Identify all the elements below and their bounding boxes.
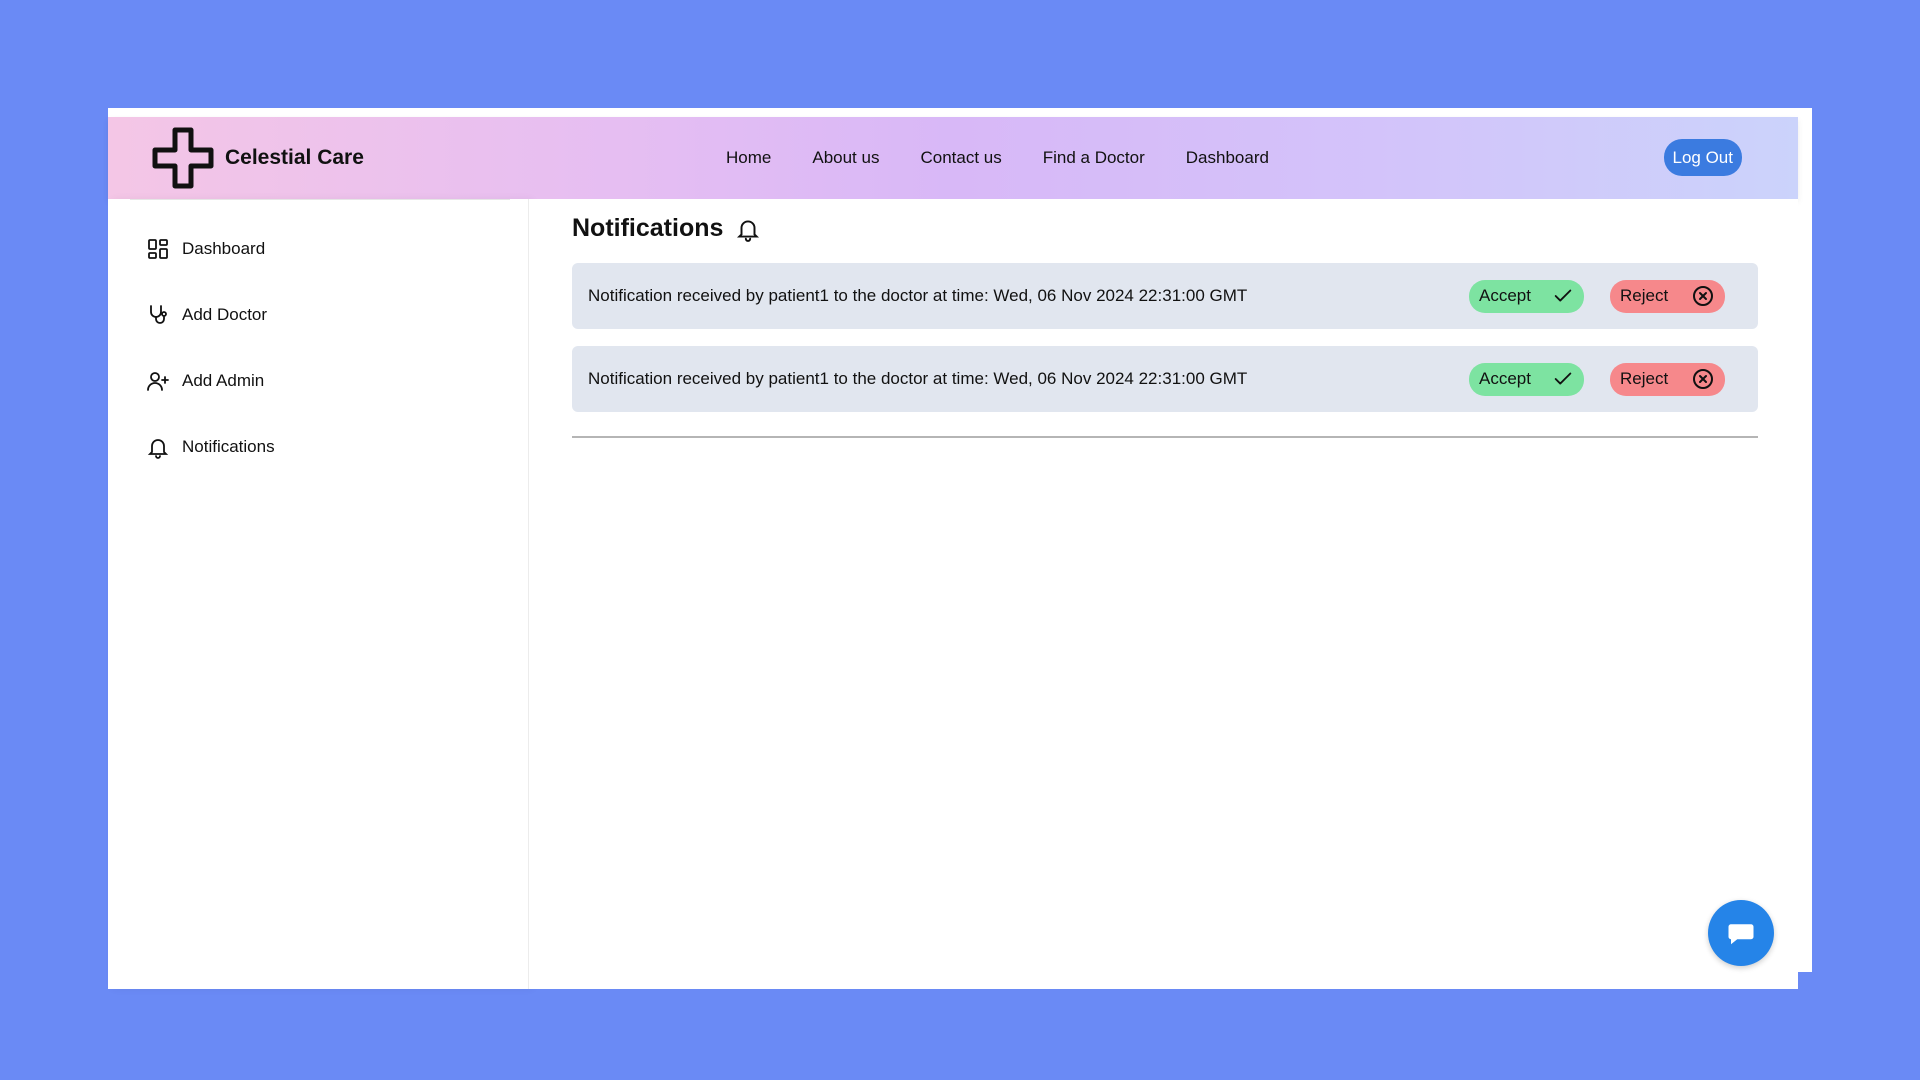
sidebar-item-dashboard[interactable]: Dashboard bbox=[146, 216, 275, 282]
notification-item: Notification received by patient1 to the… bbox=[572, 346, 1758, 412]
medical-cross-icon bbox=[152, 127, 214, 189]
nav-home[interactable]: Home bbox=[726, 148, 771, 168]
page-title: Notifications bbox=[572, 214, 724, 242]
nav-about[interactable]: About us bbox=[812, 148, 879, 168]
sidebar-list: Dashboard Add Doctor Add Admin Notificat… bbox=[146, 216, 275, 480]
accept-button[interactable]: Accept bbox=[1469, 362, 1584, 396]
nav-dashboard[interactable]: Dashboard bbox=[1186, 148, 1269, 168]
chat-button[interactable] bbox=[1708, 900, 1774, 966]
sidebar-item-label: Notifications bbox=[182, 437, 275, 456]
reject-button[interactable]: Reject bbox=[1610, 362, 1725, 396]
content-divider bbox=[572, 436, 1758, 438]
sidebar-item-label: Dashboard bbox=[182, 239, 266, 258]
sidebar-item-label: Add Admin bbox=[182, 371, 265, 390]
accept-label: Accept bbox=[1479, 369, 1531, 388]
sidebar-item-notifications[interactable]: Notifications bbox=[146, 414, 275, 480]
sidebar: Dashboard Add Doctor Add Admin Notificat… bbox=[108, 199, 529, 989]
bell-icon bbox=[147, 439, 169, 459]
sidebar-divider bbox=[130, 199, 510, 200]
check-icon bbox=[1554, 372, 1572, 385]
reject-label: Reject bbox=[1620, 286, 1669, 305]
notification-text: Notification received by patient1 to the… bbox=[588, 286, 1248, 305]
bell-icon bbox=[737, 219, 760, 242]
user-plus-icon bbox=[147, 372, 169, 391]
check-icon bbox=[1554, 289, 1572, 302]
sidebar-item-add-admin[interactable]: Add Admin bbox=[146, 348, 275, 414]
notification-text: Notification received by patient1 to the… bbox=[588, 369, 1248, 388]
nav-contact[interactable]: Contact us bbox=[920, 148, 1001, 168]
accept-button[interactable]: Accept bbox=[1469, 279, 1584, 313]
brand-name: Celestial Care bbox=[225, 146, 364, 169]
top-navbar: Celestial Care Home About us Contact us … bbox=[108, 117, 1798, 199]
nav-links: Home About us Contact us Find a Doctor D… bbox=[726, 117, 1269, 199]
dashboard-grid-icon bbox=[148, 239, 168, 259]
sidebar-item-label: Add Doctor bbox=[182, 305, 268, 324]
stethoscope-icon bbox=[150, 305, 167, 324]
reject-label: Reject bbox=[1620, 369, 1669, 388]
chat-bubble-icon bbox=[1728, 924, 1754, 945]
notification-item: Notification received by patient1 to the… bbox=[572, 263, 1758, 329]
accept-label: Accept bbox=[1479, 286, 1531, 305]
sidebar-item-add-doctor[interactable]: Add Doctor bbox=[146, 282, 275, 348]
app-window: Celestial Care Home About us Contact us … bbox=[108, 108, 1812, 989]
close-circle-icon bbox=[1693, 286, 1713, 306]
nav-find-doctor[interactable]: Find a Doctor bbox=[1043, 148, 1145, 168]
brand[interactable]: Celestial Care bbox=[151, 126, 364, 190]
reject-button[interactable]: Reject bbox=[1610, 279, 1725, 313]
page-title-row: Notifications bbox=[572, 214, 761, 243]
close-circle-icon bbox=[1693, 369, 1713, 389]
logout-button[interactable]: Log Out bbox=[1663, 139, 1742, 176]
